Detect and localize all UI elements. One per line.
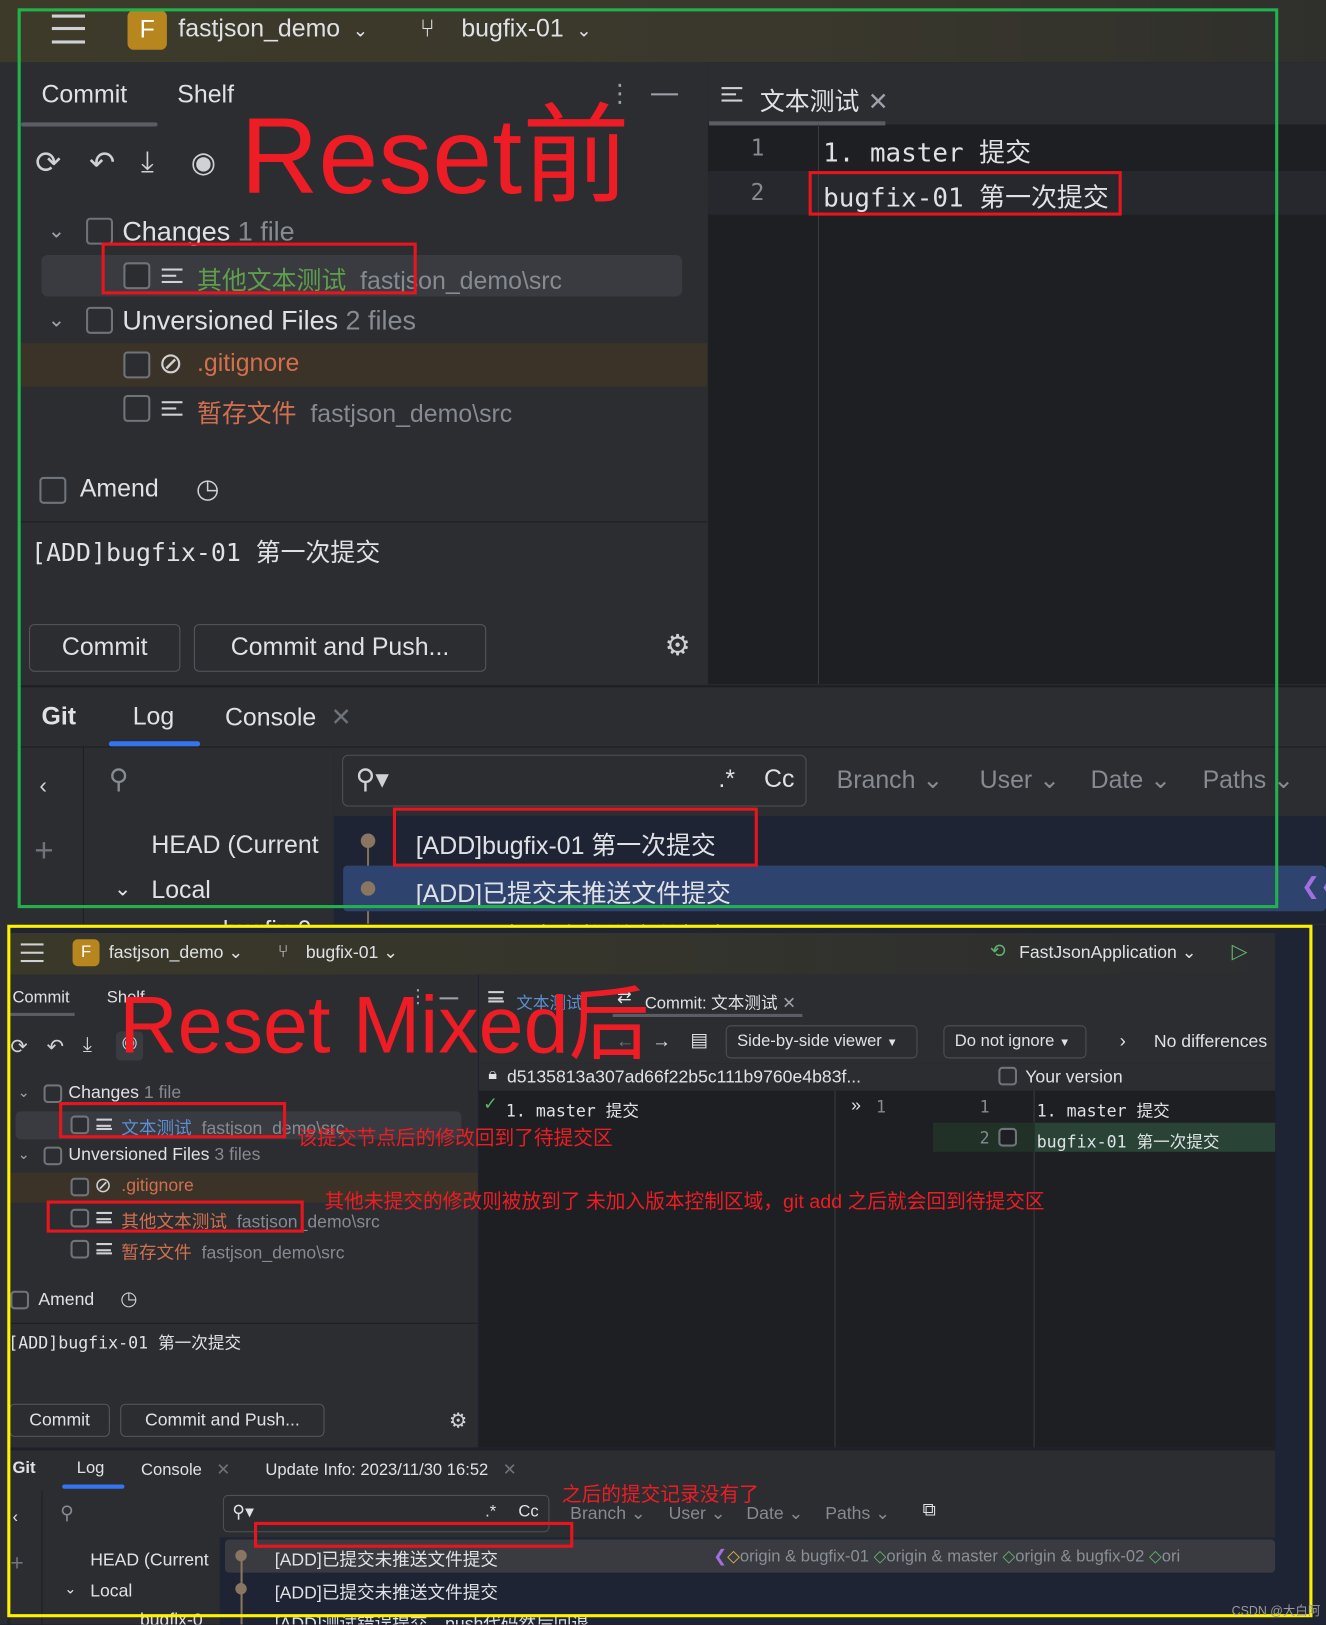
composite-screenshot: F fastjson_demo ⌄ ⑂ bugfix-01 ⌄ Commit She…	[0, 0, 1326, 1625]
annotation-after: Reset Mixed后	[119, 978, 650, 1070]
annotation-note-log: 之后的提交记录没有了	[561, 1484, 759, 1507]
green-frame	[17, 8, 1279, 909]
annotation-before: Reset前	[240, 96, 630, 217]
watermark: CSDN @大白阿	[1231, 1603, 1321, 1619]
ref-tag-icon: ❮❮	[1301, 872, 1326, 899]
annotation-note-staged: 该提交节点后的修改回到了待提交区	[297, 1127, 613, 1150]
annotation-note-unversioned: 其他未提交的修改则被放到了 未加入版本控制区域，git add 之后就会回到待提…	[324, 1191, 1045, 1213]
